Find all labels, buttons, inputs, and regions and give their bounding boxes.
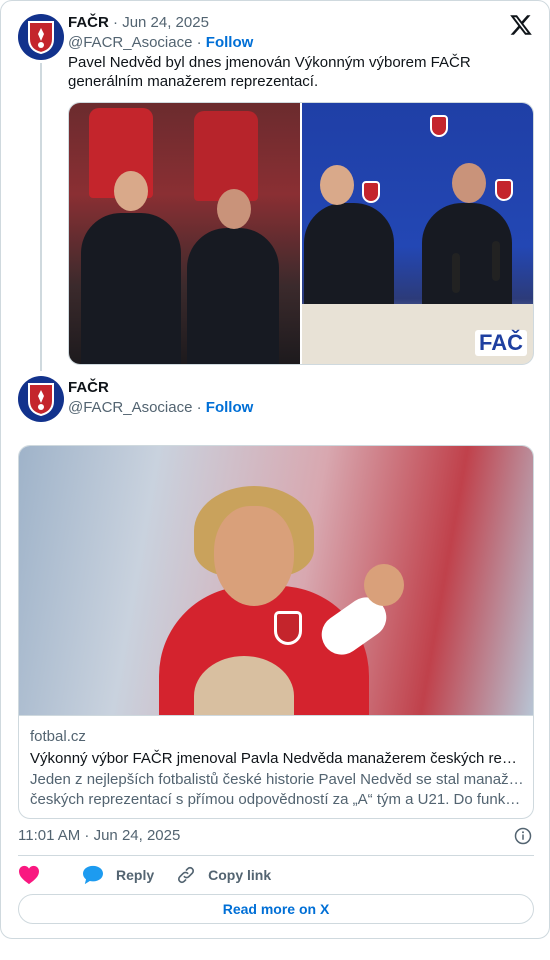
thread-connector-line	[40, 63, 42, 371]
embedded-tweet-card: FAČR · Jun 24, 2025 @FACR_Asociace · Fol…	[0, 0, 550, 939]
quoted-handle-row: @FACR_Asociace · Follow	[68, 398, 253, 418]
tweet-media-grid: FAČ	[68, 102, 534, 365]
player-head	[214, 506, 294, 606]
copy-link-button[interactable]: Copy link	[176, 865, 271, 885]
facr-logo-backdrop	[362, 181, 380, 203]
facr-logo-backdrop	[495, 179, 513, 201]
heart-icon	[19, 865, 39, 885]
link-description-line: Jeden z nejlepších fotbalistů české hist…	[30, 771, 524, 788]
follow-button[interactable]: Follow	[206, 34, 254, 51]
footer-divider	[18, 855, 534, 856]
tweet-date[interactable]: Jun 24, 2025	[122, 14, 209, 31]
person-head	[452, 163, 486, 203]
person-figure	[187, 228, 279, 364]
quoted-follow-button[interactable]: Follow	[206, 399, 254, 416]
facr-banner-text: FAČ	[475, 330, 527, 356]
read-more-button[interactable]: Read more on X	[18, 894, 534, 924]
tweet-text: Pavel Nedvěd byl dnes jmenován Výkonným …	[68, 54, 471, 90]
link-description-line: českých reprezentací s přímou odpovědnos…	[30, 791, 524, 808]
link-icon	[178, 866, 195, 884]
facr-crest-icon	[28, 21, 54, 55]
person-figure	[81, 213, 181, 364]
quoted-header: FAČR	[68, 378, 109, 398]
handle-separator: ·	[196, 34, 202, 51]
quoted-author-avatar[interactable]	[18, 376, 64, 422]
action-bar: Reply Copy link	[18, 863, 293, 887]
person-head	[217, 189, 251, 229]
reply-bubble-icon	[83, 865, 103, 885]
reply-label: Reply	[116, 867, 155, 883]
x-logo-icon[interactable]	[509, 13, 533, 37]
tweet-timestamp[interactable]: 11:01 AM · Jun 24, 2025	[18, 826, 180, 846]
tweet-photo-2[interactable]: FAČ	[302, 103, 533, 364]
microphone	[492, 241, 500, 281]
link-description: Jeden z nejlepších fotbalistů české hist…	[30, 770, 524, 810]
header-separator: ·	[113, 14, 119, 31]
facr-logo-backdrop	[430, 115, 448, 137]
player-hand	[364, 564, 404, 606]
link-domain: fotbal.cz	[30, 728, 86, 745]
microphone	[452, 253, 460, 293]
quoted-separator: ·	[196, 399, 202, 416]
link-preview-card[interactable]: fotbal.cz Výkonný výbor FAČR jmenoval Pa…	[18, 445, 534, 819]
tweet-photo-1[interactable]	[69, 103, 300, 364]
copy-link-label: Copy link	[208, 867, 272, 883]
link-title: Výkonný výbor FAČR jmenoval Pavla Nedvěd…	[30, 750, 524, 767]
quoted-author-handle[interactable]: @FACR_Asociace	[68, 399, 192, 416]
person-head	[114, 171, 148, 211]
jersey-display	[194, 111, 258, 201]
shirt-crest	[274, 611, 302, 645]
quoted-author-name[interactable]: FAČR	[68, 379, 109, 396]
reply-button[interactable]: Reply	[82, 865, 154, 885]
tweet-header: FAČR · Jun 24, 2025	[68, 13, 209, 33]
info-icon[interactable]	[514, 827, 532, 845]
person-head	[320, 165, 354, 205]
author-name[interactable]: FAČR	[68, 14, 109, 31]
tweet-handle-row: @FACR_Asociace · Follow	[68, 33, 253, 53]
like-button[interactable]	[18, 865, 52, 885]
facr-crest-icon	[28, 383, 54, 417]
author-handle[interactable]: @FACR_Asociace	[68, 34, 192, 51]
author-avatar[interactable]	[18, 14, 64, 60]
link-preview-image	[19, 446, 533, 716]
